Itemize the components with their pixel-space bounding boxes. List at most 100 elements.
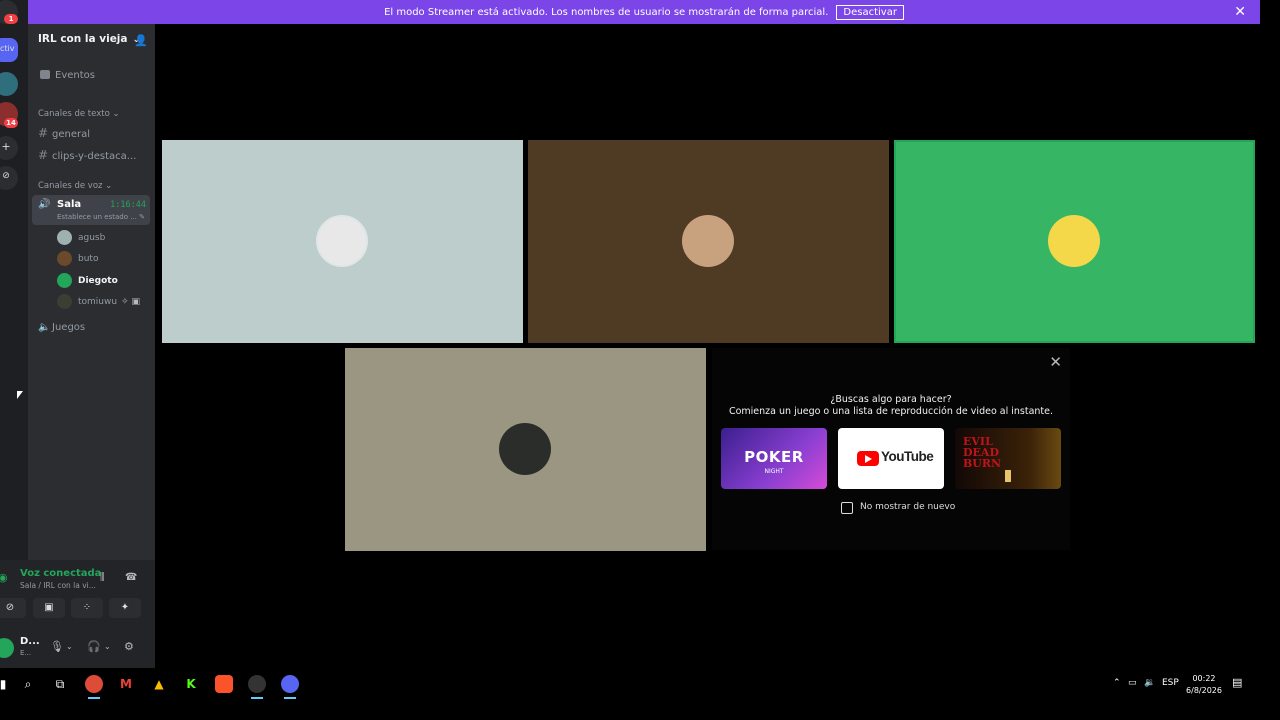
server-header[interactable]: IRL con la vieja ⌄ (38, 33, 140, 45)
user-area: D... E... 🎙 ⌄ 🎧 ⌄ ⚙ (0, 632, 155, 668)
category-voice[interactable]: Canales de voz ⌄ (38, 181, 112, 191)
candle-graphic (1005, 470, 1011, 482)
chevron-up-icon[interactable]: ⌃ (1113, 678, 1121, 688)
noise-suppression-icon[interactable]: ⫼ (100, 572, 105, 583)
activity-card-youtube[interactable]: YouTube (838, 428, 944, 489)
disconnect-icon[interactable]: ☎ (125, 572, 137, 583)
voice-user-name: tomiuwu (78, 297, 118, 307)
close-icon[interactable]: ✕ (1234, 4, 1246, 20)
set-status-link[interactable]: Establece un estado ... (57, 213, 137, 221)
invite-icon[interactable]: 👤 (134, 34, 148, 47)
search-icon[interactable]: ⌕ (19, 675, 37, 693)
voice-user-name: Diegoto (78, 276, 118, 286)
voice-connected-subtitle[interactable]: Sala / IRL con la vi... (20, 581, 96, 590)
avatar (57, 251, 72, 266)
avatar (57, 294, 72, 309)
voice-user[interactable]: Diegoto (57, 273, 118, 288)
category-label: Canales de voz (38, 181, 103, 191)
voice-user[interactable]: agusb (57, 230, 105, 245)
microphone-icon[interactable]: 🎙 (50, 640, 64, 653)
avatar[interactable] (0, 638, 14, 658)
server-icon[interactable] (0, 72, 18, 96)
deactivate-button[interactable]: Desactivar (836, 4, 904, 20)
voice-user-name: buto (78, 254, 99, 264)
mouse-cursor (17, 391, 23, 399)
kick-icon[interactable]: K (182, 675, 200, 693)
avatar (57, 230, 72, 245)
voice-timer: 1:16:44 (110, 200, 146, 210)
system-clock[interactable]: 00:22 6/8/2026 (1186, 673, 1222, 697)
participant-tile[interactable] (162, 140, 523, 343)
volume-icon[interactable]: 🔉 (1144, 678, 1155, 688)
task-view-icon[interactable]: ⧉ (51, 675, 69, 693)
windows-taskbar: ▮ ⌕ ⧉ M ▲ K ⌃ ▭ 🔉 ESP 00:22 6/8/2026 ▤ (0, 668, 1280, 700)
chevron-down-icon[interactable]: ⌄ (104, 642, 111, 651)
plus-icon: + (1, 140, 11, 153)
events-item[interactable]: Eventos (40, 70, 95, 81)
voice-channel-sala[interactable]: 🔊 Sala 1:16:44 Establece un estado ... ✎ (32, 195, 150, 225)
drive-icon[interactable]: ▲ (150, 675, 168, 693)
category-label: Canales de texto (38, 109, 110, 119)
voice-user[interactable]: buto (57, 251, 98, 266)
youtube-play-icon (857, 451, 879, 466)
checkbox-label[interactable]: No mostrar de nuevo (860, 502, 955, 512)
gmail-icon[interactable]: M (117, 675, 135, 693)
server-icon-label: ctiv (0, 44, 15, 53)
camera-button[interactable]: ⊘ (0, 598, 26, 618)
voice-channel-juegos[interactable]: 🔈 Juegos (38, 322, 150, 333)
voice-user[interactable]: tomiuwu ✧ ▣ (57, 294, 140, 309)
events-label: Eventos (55, 70, 95, 81)
activity-card-poker[interactable]: POKER NIGHT (721, 428, 827, 489)
participant-tile-speaking[interactable] (894, 140, 1255, 343)
notifications-icon[interactable]: ▤ (1232, 676, 1242, 689)
speaker-icon: 🔊 (38, 199, 51, 210)
dont-show-again-checkbox[interactable] (841, 502, 853, 514)
compass-icon: ⊘ (2, 171, 10, 181)
channel-general[interactable]: # general (38, 126, 150, 140)
activities-button[interactable]: ⁘ (71, 598, 103, 618)
avatar (1048, 215, 1100, 267)
banner-message: El modo Streamer está activado. Los nomb… (384, 6, 829, 18)
activity-title: ¿Buscas algo para hacer? (830, 394, 952, 405)
signal-icon: ◉ (0, 571, 8, 584)
calendar-icon (40, 70, 50, 79)
channel-label: Juegos (52, 322, 86, 333)
user-name: D... (20, 636, 40, 647)
gear-icon[interactable]: ⚙ (124, 640, 134, 653)
chrome-icon[interactable] (85, 675, 103, 699)
screen-bottom (0, 700, 1280, 720)
avatar (57, 273, 72, 288)
channel-label: clips-y-destaca... (52, 151, 137, 162)
soundboard-button[interactable]: ✦ (109, 598, 141, 618)
obs-icon[interactable] (248, 675, 266, 699)
start-button[interactable]: ▮ (0, 675, 12, 693)
participant-tile[interactable] (345, 348, 706, 551)
category-text[interactable]: Canales de texto ⌄ (38, 109, 120, 119)
activity-icon: ✧ ▣ (121, 297, 140, 307)
card-label: EVIL DEAD BURN (963, 435, 1002, 470)
network-icon[interactable]: ▭ (1128, 678, 1137, 688)
participant-tile[interactable] (528, 140, 889, 343)
headphones-icon[interactable]: 🎧 (87, 640, 101, 653)
pencil-icon[interactable]: ✎ (139, 213, 145, 221)
chevron-down-icon[interactable]: ⌄ (66, 642, 73, 651)
activity-card-evil-dead[interactable]: EVIL DEAD BURN (955, 428, 1061, 489)
discord-icon[interactable] (281, 675, 299, 699)
activity-subtitle: Comienza un juego o una lista de reprodu… (728, 406, 1054, 417)
avatar (316, 215, 368, 267)
voice-connected-title[interactable]: Voz conectada (20, 568, 101, 579)
screen-share-button[interactable]: ▣ (33, 598, 65, 618)
clock-time: 00:22 (1192, 674, 1216, 683)
card-label: YouTube (881, 449, 934, 464)
user-status: E... (20, 649, 32, 657)
voice-user-name: agusb (78, 233, 106, 243)
streamer-mode-banner: El modo Streamer está activado. Los nomb… (28, 0, 1260, 24)
server-name: IRL con la vieja (38, 33, 128, 45)
close-icon[interactable]: ✕ (1049, 353, 1062, 371)
notification-badge: 1 (4, 14, 18, 24)
hash-icon: # (38, 148, 49, 162)
channel-clips[interactable]: # clips-y-destaca... (38, 148, 150, 162)
avatar (499, 423, 551, 475)
brave-icon[interactable] (215, 675, 233, 693)
language-indicator[interactable]: ESP (1162, 678, 1179, 688)
